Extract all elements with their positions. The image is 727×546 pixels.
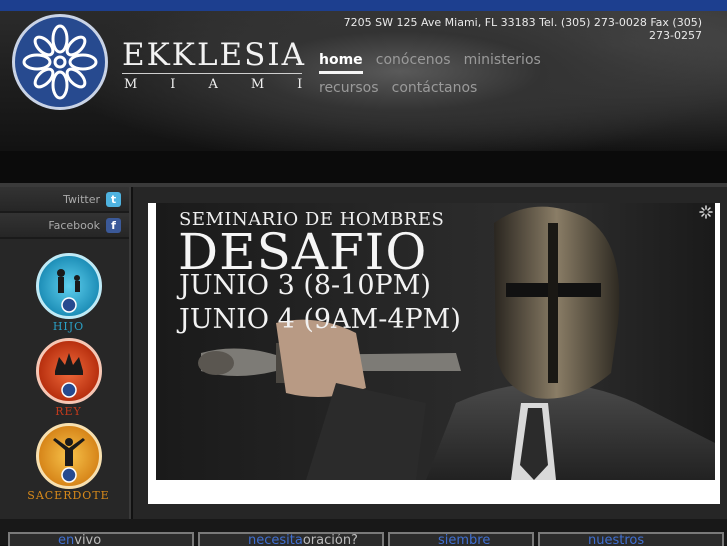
tab-necesita-label-gray: oración? — [302, 533, 358, 546]
header-bottom-band — [0, 151, 727, 183]
badge-label-hijo: HIJO — [52, 320, 85, 333]
badge-label-sacerdote: SACERDOTE — [27, 489, 110, 502]
badge-rey-icon[interactable] — [36, 338, 102, 404]
banner-date-1: JUNIO 3 (8-10PM) — [179, 270, 431, 301]
facebook-icon[interactable]: f — [106, 217, 121, 233]
badge-sacerdote-icon[interactable] — [36, 423, 102, 489]
tab-necesita-label-blue: necesita — [248, 533, 303, 546]
nav-item-home[interactable]: home — [319, 49, 363, 74]
tab-siembre-label-blue: siembre — [438, 533, 491, 546]
nav-item-conocenos[interactable]: conócenos — [376, 46, 451, 74]
nav-item-ministerios[interactable]: ministerios — [464, 46, 541, 74]
badge-hijo-icon[interactable] — [36, 253, 102, 319]
brand-city: MIAMI — [124, 77, 336, 92]
facebook-label: Facebook — [48, 218, 100, 232]
tab-nuestros[interactable]: nuestros — [538, 532, 724, 546]
sidebar-link-facebook[interactable]: Facebook f — [0, 213, 129, 239]
badge-label-rey: REY — [55, 405, 82, 418]
tab-nuestros-label-blue: nuestros — [588, 533, 645, 546]
main-nav: home conócenos ministerios recursos cont… — [319, 46, 619, 102]
contact-address: 7205 SW 125 Ave Miami, FL 33183 Tel. (30… — [343, 16, 702, 42]
banner-date-2: JUNIO 4 (9AM-4PM) — [179, 304, 461, 335]
tab-en-vivo-label-gray: vivo — [74, 533, 102, 546]
twitter-icon[interactable]: t — [106, 191, 121, 207]
brand-name[interactable]: EKKLESIA — [122, 37, 306, 73]
tab-siembre[interactable]: siembre — [388, 532, 534, 546]
nav-item-recursos[interactable]: recursos — [319, 74, 379, 102]
sidebar-link-twitter[interactable]: Twitter t — [0, 187, 129, 213]
nav-item-contactanos[interactable]: contáctanos — [392, 74, 478, 102]
top-strip — [0, 0, 727, 11]
seminar-banner[interactable]: SEMINARIO DE HOMBRES DESAFIO JUNIO 3 (8-… — [156, 203, 715, 480]
tab-en-vivo-label-blue: en — [58, 533, 75, 546]
twitter-label: Twitter — [63, 192, 100, 206]
brand-divider — [122, 73, 302, 74]
loading-spinner-icon — [699, 205, 713, 219]
tab-necesita-oracion[interactable]: necesitaoración? — [198, 532, 384, 546]
logo-emblem-icon[interactable] — [12, 14, 108, 110]
tab-en-vivo[interactable]: envivo — [8, 532, 194, 546]
